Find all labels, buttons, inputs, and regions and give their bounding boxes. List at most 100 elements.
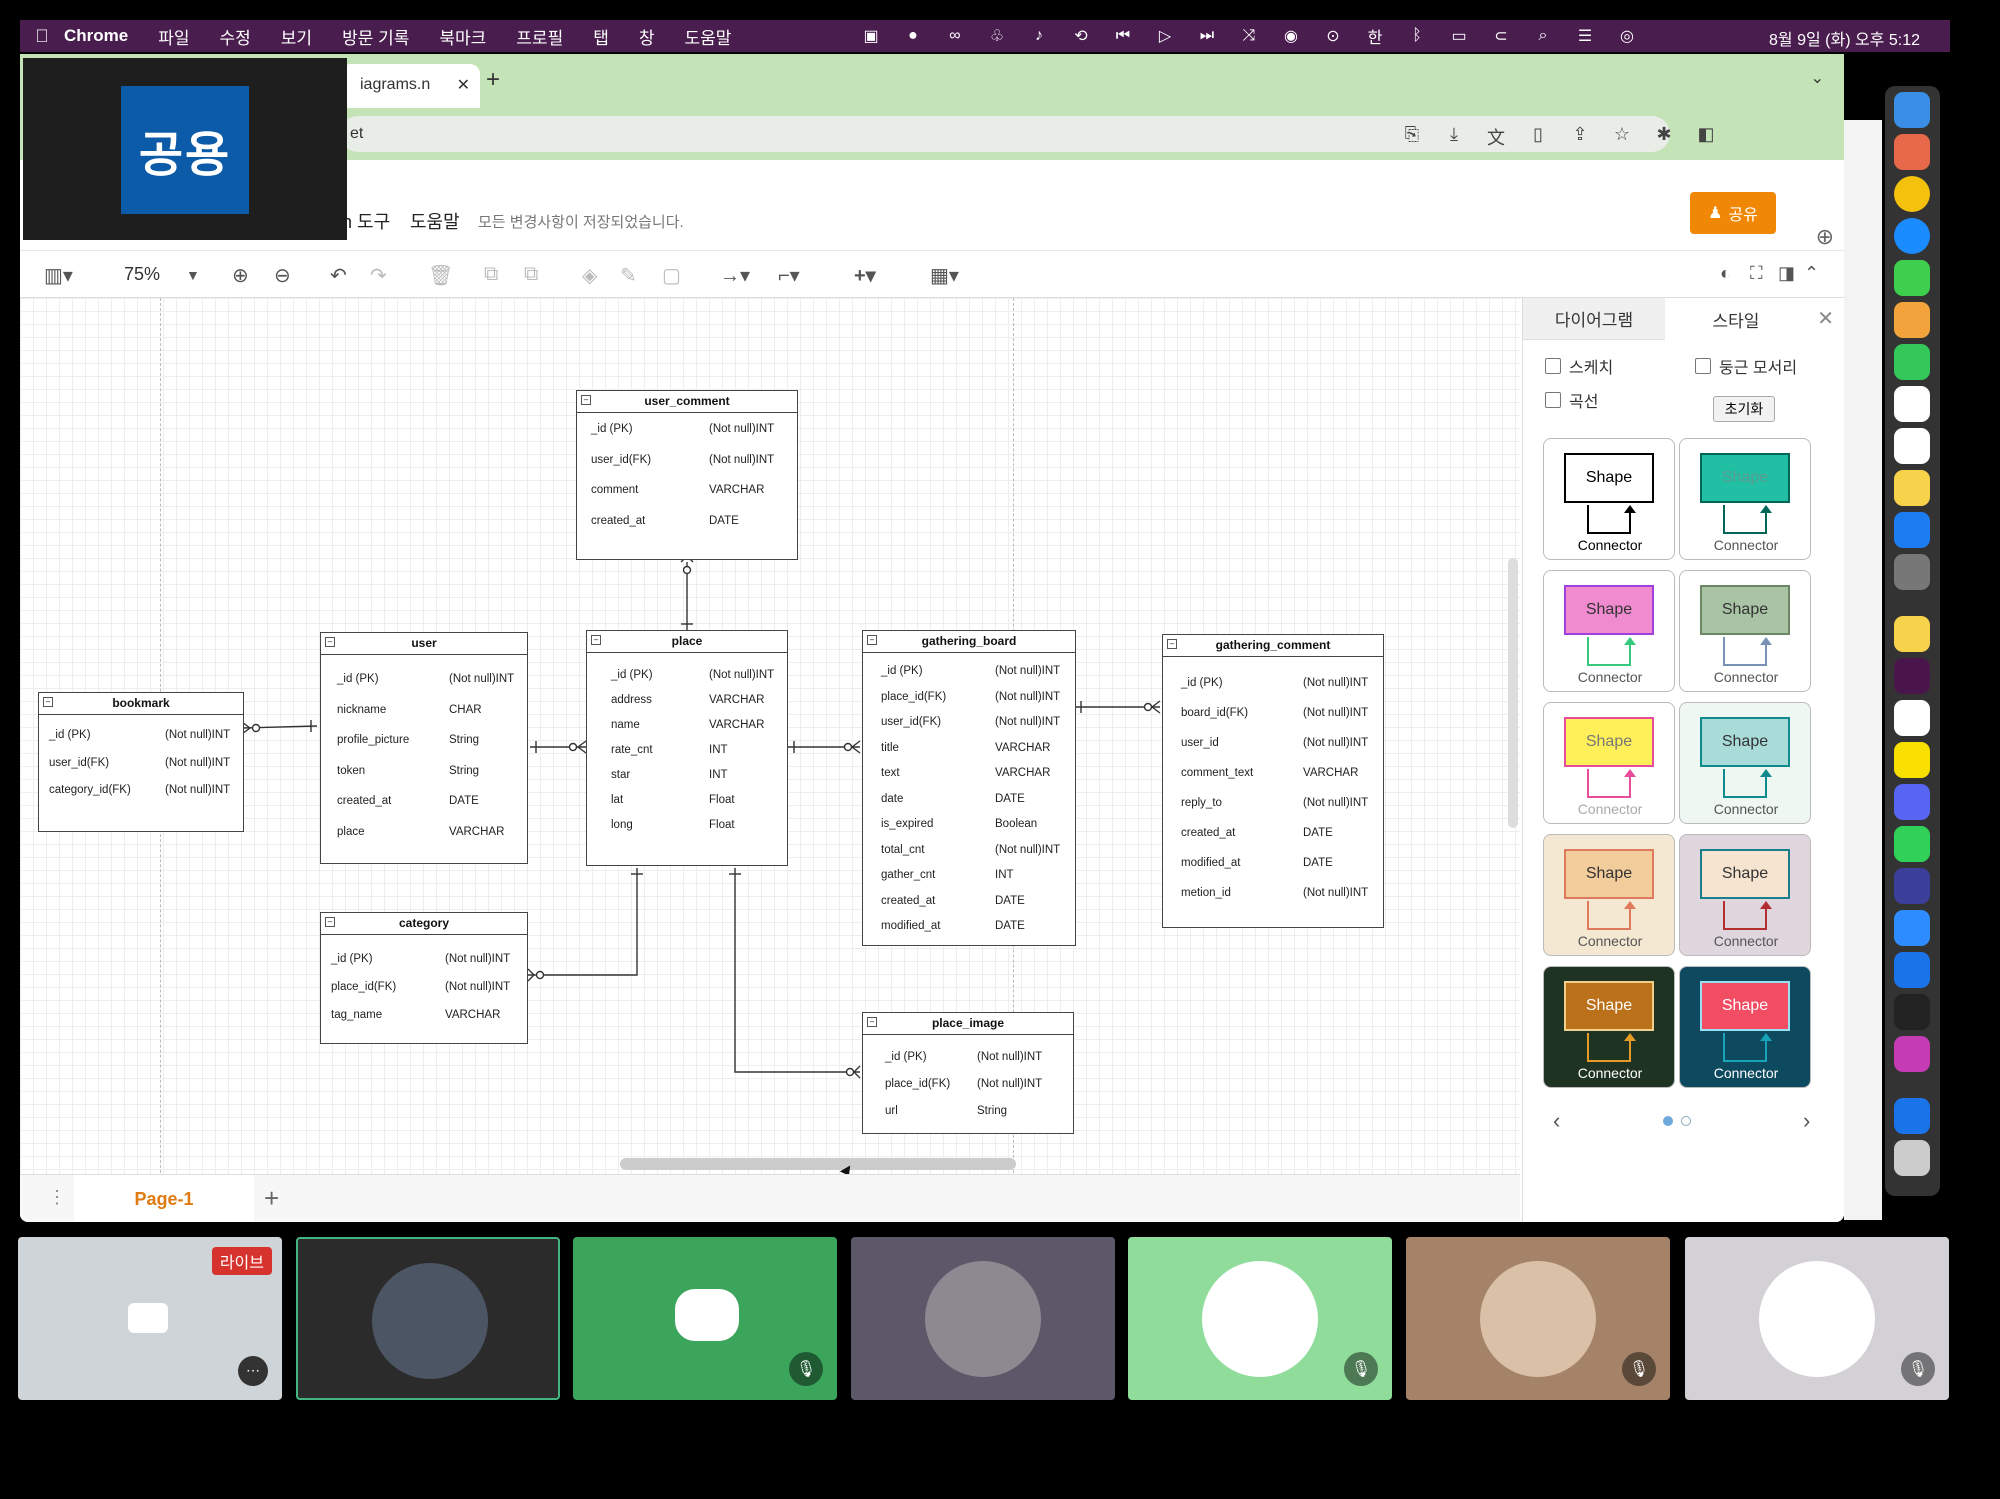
column-name[interactable]: total_cnt	[881, 844, 924, 856]
column-type[interactable]: Boolean	[995, 818, 1037, 830]
style-swatch[interactable]: Shape Connector	[1679, 570, 1811, 692]
column-type[interactable]: (Not null)INT	[995, 691, 1060, 703]
menu-edit[interactable]: 수정	[220, 24, 251, 49]
app-store-icon[interactable]	[1894, 512, 1930, 548]
more-options-icon[interactable]: ⋯	[238, 1356, 268, 1386]
tab-drawio[interactable]: iagrams.n ✕	[340, 64, 480, 108]
extensions-icon[interactable]: ✱	[1652, 124, 1676, 150]
table-place[interactable]: – place _id (PK) (Not null)INT address VARCHA…	[586, 630, 788, 866]
column-name[interactable]: text	[881, 767, 900, 779]
rounded-checkbox[interactable]: 둥근 모서리	[1695, 354, 1797, 378]
close-tab-icon[interactable]: ✕	[457, 75, 470, 95]
column-name[interactable]: _id (PK)	[331, 953, 373, 965]
system-settings-icon[interactable]	[1894, 554, 1930, 590]
pages-menu-icon[interactable]: ⋮	[48, 1187, 66, 1208]
column-name[interactable]: modified_at	[1181, 857, 1240, 869]
column-type[interactable]: Float	[709, 794, 735, 806]
shadow-icon[interactable]: ▢	[662, 263, 681, 288]
tile-participant-4[interactable]: 🎙	[1128, 1237, 1392, 1400]
tile-live-screenshare[interactable]: 라이브 ⋯	[18, 1237, 282, 1400]
finder-icon[interactable]	[1894, 92, 1930, 128]
column-type[interactable]: VARCHAR	[709, 484, 764, 496]
column-name[interactable]: address	[611, 694, 652, 706]
column-name[interactable]: url	[885, 1105, 898, 1117]
column-type[interactable]: DATE	[449, 795, 479, 807]
column-name[interactable]: _id (PK)	[591, 423, 633, 435]
tab-search-chevron-icon[interactable]: ⌄	[1811, 68, 1824, 88]
menu-extras[interactable]: h 도구	[342, 208, 390, 234]
column-name[interactable]: date	[881, 793, 903, 805]
column-type[interactable]: (Not null)INT	[995, 716, 1060, 728]
notion-icon[interactable]	[1894, 700, 1930, 736]
column-name[interactable]: name	[611, 719, 640, 731]
sidepanel-icon[interactable]: ◧	[1694, 124, 1718, 150]
battery-icon[interactable]: ▭	[1448, 26, 1470, 46]
table-title[interactable]: – bookmark	[39, 693, 243, 715]
style-swatch[interactable]: Shape Connector	[1679, 702, 1811, 824]
column-name[interactable]: created_at	[337, 795, 391, 807]
share-button[interactable]: ♟ 공유	[1690, 192, 1776, 234]
column-type[interactable]: CHAR	[449, 704, 482, 716]
column-type[interactable]: (Not null)INT	[709, 423, 774, 435]
sketch-checkbox-box[interactable]	[1545, 358, 1561, 374]
screen-record-icon[interactable]: ◉	[1280, 26, 1302, 46]
line-color-icon[interactable]: ✎	[620, 263, 637, 288]
menu-profile[interactable]: 프로필	[516, 24, 563, 49]
column-name[interactable]: place_id(FK)	[881, 691, 946, 703]
column-name[interactable]: reply_to	[1181, 797, 1222, 809]
maps-icon[interactable]	[1894, 952, 1930, 988]
column-type[interactable]: (Not null)INT	[165, 757, 230, 769]
tile-participant-6[interactable]: 🎙	[1685, 1237, 1949, 1400]
column-name[interactable]: comment	[591, 484, 638, 496]
collapse-icon[interactable]: –	[591, 635, 601, 645]
tab-diagram[interactable]: 다이어그램	[1523, 298, 1665, 340]
launchpad-icon[interactable]	[1894, 134, 1930, 170]
menu-file[interactable]: 파일	[158, 24, 189, 49]
column-type[interactable]: (Not null)INT	[1303, 677, 1368, 689]
table-title[interactable]: – user	[321, 633, 527, 655]
column-type[interactable]: (Not null)INT	[165, 784, 230, 796]
leaf-icon[interactable]: ♧	[986, 26, 1008, 46]
table-place-image[interactable]: – place_image _id (PK) (Not null)INT place_i…	[862, 1012, 1074, 1134]
column-type[interactable]: Float	[709, 819, 735, 831]
menubar-clock[interactable]: 8월 9일 (화) 오후 5:12	[1769, 26, 1920, 50]
column-type[interactable]: (Not null)INT	[709, 669, 774, 681]
fullscreen-icon[interactable]: ⛶	[1750, 263, 1763, 284]
install-icon[interactable]: ⤓	[1442, 124, 1466, 150]
link-icon[interactable]: ⊂	[1490, 26, 1512, 46]
photos-icon[interactable]	[1894, 302, 1930, 338]
column-type[interactable]: (Not null)INT	[445, 981, 510, 993]
style-swatch[interactable]: Shape Connector	[1543, 570, 1675, 692]
column-name[interactable]: metion_id	[1181, 887, 1231, 899]
table-bookmark[interactable]: – bookmark _id (PK) (Not null)INT user_id(FK…	[38, 692, 244, 832]
table-category[interactable]: – category _id (PK) (Not null)INT place_id(F…	[320, 912, 528, 1044]
collapse-icon[interactable]: –	[43, 697, 53, 707]
siri-icon[interactable]: ◎	[1616, 26, 1638, 46]
column-type[interactable]: (Not null)INT	[709, 454, 774, 466]
column-name[interactable]: place_id(FK)	[885, 1078, 950, 1090]
connection-icon[interactable]: →▾	[720, 263, 750, 288]
format-toggle-icon[interactable]: ◨	[1778, 263, 1795, 284]
search-icon[interactable]: ⌕	[1532, 27, 1554, 45]
column-type[interactable]: VARCHAR	[1303, 767, 1358, 779]
column-name[interactable]: _id (PK)	[337, 673, 379, 685]
collapse-icon[interactable]: –	[1167, 639, 1177, 649]
input-method-icon[interactable]: 한	[1364, 24, 1386, 48]
column-name[interactable]: star	[611, 769, 630, 781]
column-type[interactable]: DATE	[709, 515, 739, 527]
line-icon[interactable]	[1894, 826, 1930, 862]
column-type[interactable]: (Not null)INT	[995, 844, 1060, 856]
collapse-icon[interactable]: –	[325, 917, 335, 927]
zoom-select[interactable]: 75%	[124, 264, 160, 285]
column-type[interactable]: DATE	[995, 793, 1025, 805]
bookmark-star-icon[interactable]: ☆	[1610, 124, 1634, 150]
translate-icon[interactable]: 文	[1484, 124, 1508, 150]
column-type[interactable]: INT	[995, 869, 1014, 881]
rounded-checkbox-box[interactable]	[1695, 358, 1711, 374]
column-name[interactable]: rate_cnt	[611, 744, 653, 756]
chrome-icon[interactable]	[1894, 176, 1930, 212]
column-type[interactable]: DATE	[1303, 857, 1333, 869]
menu-app-name[interactable]: Chrome	[64, 26, 128, 46]
zoom-out-icon[interactable]: ⊖	[274, 263, 291, 288]
safari-icon[interactable]	[1894, 218, 1930, 254]
